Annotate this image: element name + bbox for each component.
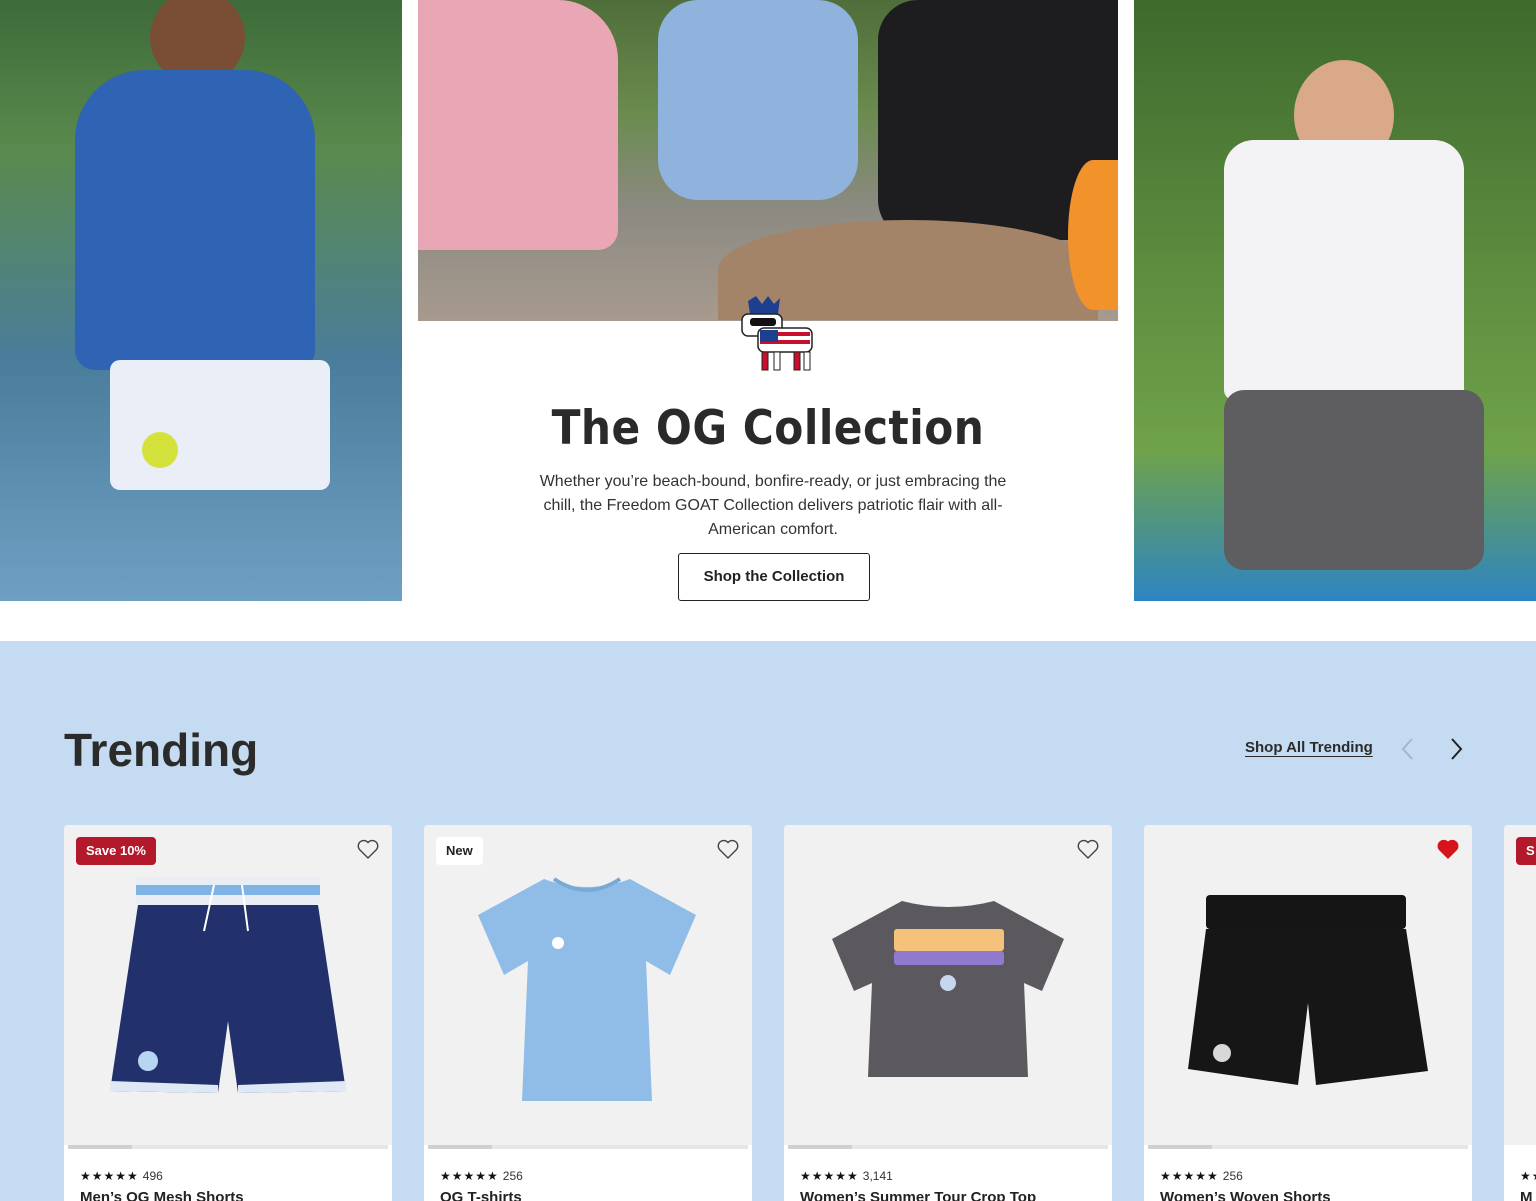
image-carousel-track[interactable] [1148, 1145, 1468, 1149]
product-name[interactable]: OG T-shirts [440, 1189, 522, 1201]
star-rating-icon: ★★★★★ [80, 1169, 139, 1183]
shop-all-trending-link[interactable]: Shop All Trending [1245, 739, 1373, 756]
rating-count: 3,141 [862, 1169, 893, 1183]
shop-collection-button[interactable]: Shop the Collection [678, 553, 870, 601]
hero-section: The OG Collection Whether you’re beach-b… [0, 0, 1536, 601]
star-rating-icon: ★★★★★ [800, 1169, 859, 1183]
image-carousel-track[interactable] [428, 1145, 748, 1149]
product-card[interactable]: New ★★★★★ 256 OG T-shirts [424, 825, 752, 1201]
product-name[interactable]: M [1520, 1189, 1533, 1201]
product-card[interactable]: S ★★★★★ M [1504, 825, 1536, 1201]
product-name[interactable]: Women’s Woven Shorts [1160, 1189, 1331, 1201]
rating: ★★★★★ 256 [440, 1169, 523, 1183]
image-carousel-track[interactable] [68, 1145, 388, 1149]
trending-section: Trending Shop All Trending Save 10% ★★★★… [0, 641, 1536, 1201]
photo-figure [1224, 390, 1484, 570]
rating-count: 496 [142, 1169, 163, 1183]
heart-outline-icon[interactable] [1076, 837, 1100, 861]
product-card[interactable]: ★★★★★ 256 Women’s Woven Shorts [1144, 825, 1472, 1201]
sale-badge: S [1516, 837, 1536, 865]
carousel-position [788, 1145, 852, 1149]
product-card[interactable]: ★★★★★ 3,141 Women’s Summer Tour Crop Top [784, 825, 1112, 1201]
crop-top-image [832, 901, 1064, 1077]
hero-description: Whether you’re beach-bound, bonfire-read… [539, 473, 1007, 538]
product-name[interactable]: Women’s Summer Tour Crop Top [800, 1189, 1036, 1201]
photo-figure [658, 0, 858, 200]
hero-photo-pool[interactable] [1134, 0, 1536, 601]
heart-outline-icon[interactable] [356, 837, 380, 861]
rating: ★★★★★ [1520, 1169, 1536, 1183]
rating-count: 256 [502, 1169, 523, 1183]
rating: ★★★★★ 496 [80, 1169, 163, 1183]
rating: ★★★★★ 3,141 [800, 1169, 893, 1183]
photo-figure [75, 70, 315, 370]
product-image[interactable] [64, 825, 392, 1145]
heart-outline-icon[interactable] [716, 837, 740, 861]
rating: ★★★★★ 256 [1160, 1169, 1243, 1183]
star-rating-icon: ★★★★★ [1160, 1169, 1219, 1183]
woven-shorts-image [1188, 895, 1428, 1085]
hero-photo-bonfire[interactable] [418, 0, 1118, 321]
image-carousel-track[interactable] [788, 1145, 1108, 1149]
hero-collection-panel: The OG Collection Whether you’re beach-b… [418, 296, 1118, 601]
product-image[interactable] [1144, 825, 1472, 1145]
product-image[interactable] [784, 825, 1112, 1145]
photo-figure [1224, 140, 1464, 400]
goat-flag-logo-icon [741, 296, 813, 371]
product-card[interactable]: Save 10% ★★★★★ 496 Men’s OG Mesh Shorts [64, 825, 392, 1201]
product-name[interactable]: Men’s OG Mesh Shorts [80, 1189, 244, 1201]
photo-figure [142, 432, 178, 468]
star-rating-icon: ★★★★★ [440, 1169, 499, 1183]
hero-title: The OG Collection [551, 401, 985, 456]
chevron-right-icon[interactable] [1444, 735, 1468, 763]
carousel-position [68, 1145, 132, 1149]
new-badge: New [436, 837, 483, 865]
sale-badge: Save 10% [76, 837, 156, 865]
product-image[interactable] [424, 825, 752, 1145]
photo-figure [418, 0, 618, 250]
mesh-shorts-image [110, 877, 346, 1093]
carousel-position [1148, 1145, 1212, 1149]
hero-photo-tennis[interactable] [0, 0, 402, 601]
trending-title: Trending [64, 724, 259, 776]
rating-count: 256 [1222, 1169, 1243, 1183]
carousel-position [428, 1145, 492, 1149]
photo-figure [1068, 160, 1118, 310]
photo-figure [110, 360, 330, 490]
chevron-left-icon[interactable] [1396, 735, 1420, 763]
product-image[interactable] [1504, 825, 1536, 1145]
tshirt-image [478, 877, 696, 1101]
star-rating-icon: ★★★★★ [1520, 1169, 1536, 1183]
heart-filled-icon[interactable] [1436, 837, 1460, 861]
